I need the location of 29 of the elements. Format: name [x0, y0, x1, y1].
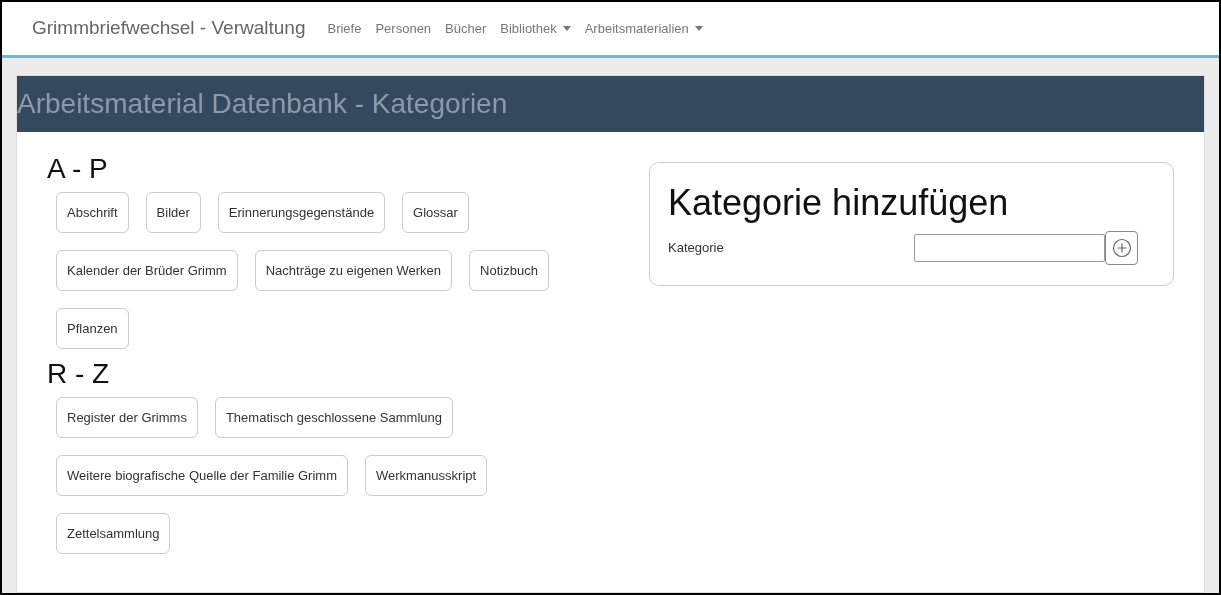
category-button[interactable]: Zettelsammlung: [56, 513, 171, 554]
group-heading: R - Z: [47, 357, 110, 391]
category-input[interactable]: [914, 234, 1105, 262]
nav-link[interactable]: Briefe: [327, 18, 362, 39]
field-label: Kategorie: [668, 239, 725, 258]
group-heading: A - P: [47, 152, 108, 186]
plus-circle-icon: [1111, 238, 1132, 258]
category-button[interactable]: Glossar: [402, 192, 469, 233]
nav-link[interactable]: Personen: [375, 18, 432, 39]
card-title: Kategorie hinzufügen: [668, 181, 1009, 225]
nav-link[interactable]: Bibliothek: [500, 18, 571, 39]
add-button[interactable]: [1105, 231, 1138, 265]
caret-icon: [694, 26, 703, 31]
category-button[interactable]: Weitere biografische Quelle der Familie Grimm: [56, 455, 348, 496]
category-button[interactable]: Werkmanusskript: [364, 455, 488, 496]
category-button[interactable]: Notizbuch: [469, 250, 549, 291]
category-button[interactable]: Kalender der Brüder Grimm: [56, 250, 238, 291]
category-button[interactable]: Erinnerungsgegenstände: [217, 192, 386, 233]
category-button[interactable]: Thematisch geschlossene Sammlung: [214, 397, 453, 438]
category-button[interactable]: Register der Grimms: [56, 397, 198, 438]
category-button[interactable]: Abschrift: [56, 192, 129, 233]
category-button[interactable]: Nachträge zu eigenen Werken: [254, 250, 453, 291]
nav-link[interactable]: Arbeitsmaterialien: [584, 18, 703, 39]
caret-icon: [562, 26, 571, 31]
page-title: Arbeitsmaterial Datenbank - Kategorien: [17, 87, 508, 121]
nav-link[interactable]: Bücher: [445, 18, 487, 39]
category-button[interactable]: Bilder: [145, 192, 201, 233]
category-button[interactable]: Pflanzen: [56, 308, 129, 349]
brand-link[interactable]: Grimmbriefwechsel - Verwaltung: [32, 14, 306, 43]
